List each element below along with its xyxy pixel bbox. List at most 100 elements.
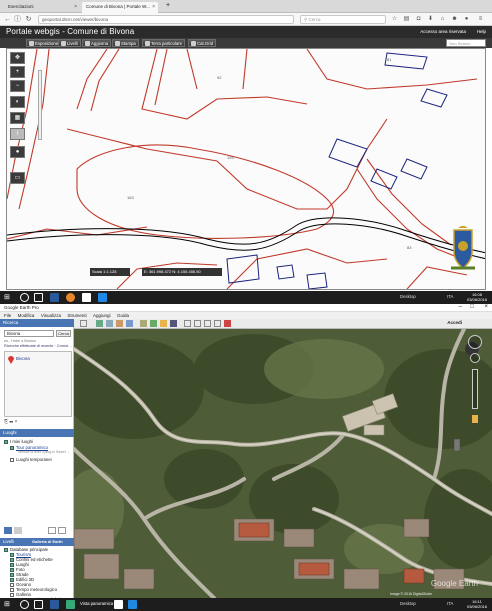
place-item[interactable]: Luoghi temporanei xyxy=(10,457,52,462)
explorer-icon[interactable] xyxy=(114,600,123,609)
ie-icon[interactable] xyxy=(50,293,59,302)
polygon-icon[interactable] xyxy=(106,320,113,327)
cortana-icon[interactable] xyxy=(20,600,29,609)
maps-icon[interactable] xyxy=(224,320,231,327)
search-example-link[interactable]: es., Hotel a Boston xyxy=(4,339,72,343)
minimize-icon[interactable]: – xyxy=(459,304,462,310)
planets-icon[interactable] xyxy=(170,320,177,327)
zoom-out-icon[interactable]: − xyxy=(10,80,25,92)
google-earth-taskbar-icon[interactable] xyxy=(66,600,75,609)
language-label[interactable]: ITA xyxy=(447,601,453,606)
sun-icon[interactable] xyxy=(160,320,167,327)
down-icon[interactable] xyxy=(58,527,66,534)
info-tool-icon[interactable]: i xyxy=(10,128,25,140)
ruler-icon[interactable]: ▭ xyxy=(10,172,25,184)
path-icon[interactable] xyxy=(116,320,123,327)
folder-icon[interactable] xyxy=(14,527,22,534)
help-link[interactable]: Help xyxy=(477,29,486,34)
edge-icon[interactable] xyxy=(98,293,107,302)
accedi-link[interactable]: Accedi xyxy=(447,320,462,325)
compass-icon[interactable] xyxy=(468,335,482,349)
zoom-slider[interactable] xyxy=(38,70,42,140)
menu-icon[interactable]: ≡ xyxy=(476,15,485,24)
cortana-icon[interactable] xyxy=(20,293,29,302)
ge-search-button[interactable]: Cerca xyxy=(56,330,71,337)
info-icon[interactable]: ⓘ xyxy=(13,15,22,24)
pan-hand-icon[interactable]: ✥ xyxy=(10,52,25,64)
download-icon[interactable]: ⬇ xyxy=(426,15,435,24)
historical-imagery-icon[interactable] xyxy=(150,320,157,327)
maximize-icon[interactable]: □ xyxy=(470,304,474,310)
close-icon[interactable]: × xyxy=(152,4,155,10)
save-image-icon[interactable] xyxy=(214,320,221,327)
sidebar-toggle-icon[interactable] xyxy=(80,320,87,327)
ge-search-input[interactable]: Bivona xyxy=(4,330,54,337)
home-icon[interactable]: ⌂ xyxy=(438,15,447,24)
windows-start-icon[interactable]: ⊞ xyxy=(4,600,13,609)
menu-guida[interactable]: Guida xyxy=(117,313,129,318)
clock[interactable]: 16:11 03/06/2016 xyxy=(467,599,487,609)
browser-search-input[interactable]: ⚲ Cerca xyxy=(300,15,386,24)
tab-portale-webgis[interactable]: Comune di Bivona | Portale W... × xyxy=(82,2,158,13)
menu-modifica[interactable]: Modifica xyxy=(18,313,35,318)
layers-label[interactable]: Livelli xyxy=(3,539,14,544)
zoom-in-icon[interactable]: + xyxy=(10,66,25,78)
close-panel-icon[interactable]: × xyxy=(15,419,18,425)
desktop-label[interactable]: Desktop xyxy=(400,294,416,299)
esposizione-button[interactable]: Esposizione xyxy=(26,39,62,47)
up-icon[interactable] xyxy=(48,527,56,534)
menu-aggiungi[interactable]: Aggiungi xyxy=(93,313,111,318)
task-view-icon[interactable] xyxy=(34,293,43,302)
windows-start-icon[interactable]: ⊞ xyxy=(4,293,13,302)
geo-search-input[interactable]: Geo Search xyxy=(446,39,486,47)
email-icon[interactable] xyxy=(194,320,201,327)
terra-particolare-button[interactable]: Terra particolare xyxy=(142,39,186,47)
zoom-slider[interactable] xyxy=(472,369,478,409)
globe-icon[interactable]: ◐ xyxy=(10,96,25,108)
livelli-button[interactable]: Livelli xyxy=(58,39,81,47)
ge-satellite-map[interactable]: Google Earth Image © 2016 DigitalGlobe xyxy=(74,329,492,598)
explorer-icon[interactable] xyxy=(82,293,91,302)
clock[interactable]: 16:08 03/06/2016 xyxy=(467,292,487,302)
cadastral-map[interactable]: 193 92 81 83 163 xyxy=(6,48,486,290)
reload-icon[interactable]: ↻ xyxy=(24,15,33,24)
aggiorna-button[interactable]: Aggiorna xyxy=(82,39,112,47)
ie-icon[interactable] xyxy=(50,600,59,609)
checkbox[interactable] xyxy=(4,547,8,552)
search-result-bivona[interactable]: Bivona xyxy=(16,356,30,361)
star-icon[interactable]: ☆ xyxy=(390,15,399,24)
earth-gallery-tab[interactable]: Galleria di Earth xyxy=(32,539,63,544)
search-icon[interactable] xyxy=(4,527,12,534)
street-view-icon[interactable] xyxy=(472,415,478,423)
tab-esercitazioni[interactable]: Esercitazioni × xyxy=(4,2,80,13)
measure-icon[interactable]: ▦ xyxy=(10,112,25,124)
ruler-icon[interactable] xyxy=(184,320,191,327)
look-joystick-icon[interactable] xyxy=(470,353,480,363)
places-panel-header[interactable]: Luoghi xyxy=(0,429,74,437)
url-input[interactable]: geoportal.dtcm.net/viewer/bivona xyxy=(38,15,294,24)
task-view-icon[interactable] xyxy=(34,600,43,609)
new-tab-button[interactable]: + xyxy=(162,0,172,11)
overlay-icon[interactable] xyxy=(126,320,133,327)
desktop-label[interactable]: Desktop xyxy=(400,601,416,606)
close-icon[interactable]: × xyxy=(74,4,77,10)
close-icon[interactable]: × xyxy=(484,304,488,310)
back-arrow-icon[interactable]: ← xyxy=(3,15,12,24)
search-history[interactable]: Ricerche effettuate di recente · Cronolo… xyxy=(4,344,72,348)
checkbox[interactable] xyxy=(10,445,14,450)
print-icon[interactable] xyxy=(204,320,211,327)
placemark-icon[interactable] xyxy=(96,320,103,327)
sync-icon[interactable]: ☻ xyxy=(450,15,459,24)
extension-icon[interactable]: ● xyxy=(462,15,471,24)
checkbox[interactable] xyxy=(10,457,14,462)
firefox-icon[interactable] xyxy=(66,293,75,302)
world-icon[interactable]: ● xyxy=(10,146,25,158)
language-label[interactable]: ITA xyxy=(447,294,453,299)
checkbox[interactable] xyxy=(4,439,8,444)
reading-list-icon[interactable]: ▤ xyxy=(402,15,411,24)
edge-icon[interactable] xyxy=(128,600,137,609)
pocket-icon[interactable]: ◘ xyxy=(414,15,423,24)
login-link[interactable]: Accesso area riservata xyxy=(420,29,466,34)
tour-icon[interactable] xyxy=(140,320,147,327)
stampa-button[interactable]: Stampa xyxy=(112,39,139,47)
